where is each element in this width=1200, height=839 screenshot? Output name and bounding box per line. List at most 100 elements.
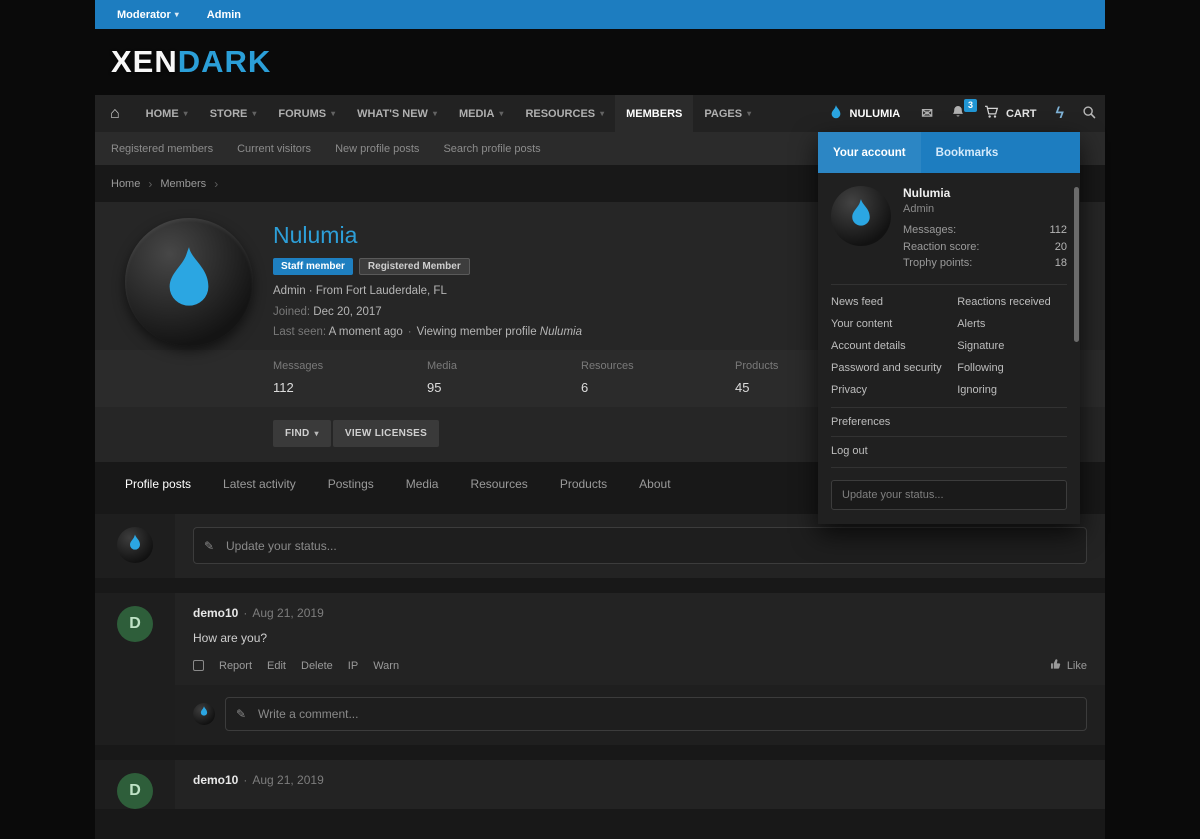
nav-item-forums[interactable]: FORUMS▾ [267, 95, 346, 132]
like-button[interactable]: Like [1050, 658, 1087, 673]
subnav-item-current-visitors[interactable]: Current visitors [237, 143, 311, 155]
nav-item-store[interactable]: STORE▾ [199, 95, 268, 132]
home-icon: ⌂ [110, 105, 120, 123]
post-date[interactable]: Aug 21, 2019 [252, 773, 323, 787]
post-content: demo10 · Aug 21, 2019 How are you? Repor… [175, 593, 1105, 745]
subnav-item-new-profile-posts[interactable]: New profile posts [335, 143, 419, 155]
scrollbar-thumb[interactable] [1074, 187, 1079, 342]
menu-item-signature[interactable]: Signature [957, 335, 1067, 357]
tab-resources[interactable]: Resources [470, 477, 527, 491]
warn-link[interactable]: Warn [373, 660, 399, 672]
post-author[interactable]: demo10 [193, 606, 238, 620]
menu-item-news-feed[interactable]: News feed [831, 291, 957, 313]
status-input[interactable] [193, 527, 1087, 564]
menu-item-following[interactable]: Following [957, 357, 1067, 379]
tab-postings[interactable]: Postings [328, 477, 374, 491]
menu-user-info: Nulumia Admin Messages: 112 Reaction sco… [903, 186, 1067, 272]
tab-latest-activity[interactable]: Latest activity [223, 477, 296, 491]
site-logo[interactable]: XENDARK [111, 44, 271, 80]
poster-avatar[interactable]: D [117, 606, 153, 642]
post-date[interactable]: Aug 21, 2019 [252, 606, 323, 620]
dot-separator: · [243, 773, 247, 787]
poster-avatar[interactable]: D [117, 773, 153, 809]
menu-status-box [831, 467, 1067, 510]
post-header: demo10 · Aug 21, 2019 [193, 606, 1087, 620]
current-user-avatar[interactable] [117, 527, 153, 563]
admin-link[interactable]: Admin [207, 9, 241, 21]
menu-status-input[interactable] [831, 480, 1067, 510]
menu-item-ignoring[interactable]: Ignoring [957, 379, 1067, 401]
stat-messages[interactable]: Messages 112 [273, 360, 427, 395]
chevron-down-icon: ▾ [175, 10, 179, 19]
account-menu-label: NULUMIA [850, 108, 901, 120]
nav-item-members[interactable]: MEMBERS [615, 95, 693, 132]
menu-item-reactions-received[interactable]: Reactions received [957, 291, 1067, 313]
dot-separator: · [408, 326, 412, 338]
select-post-checkbox[interactable] [193, 660, 204, 671]
menu-item-password-security[interactable]: Password and security [831, 357, 957, 379]
menu-item-account-details[interactable]: Account details [831, 335, 957, 357]
stat-media[interactable]: Media 95 [427, 360, 581, 395]
stat-label: Reaction score: [903, 239, 979, 256]
menu-item-alerts[interactable]: Alerts [957, 313, 1067, 335]
stat-value: 20 [1055, 239, 1067, 256]
nav-item-label: MEDIA [459, 108, 494, 120]
view-licenses-button[interactable]: VIEW LICENSES [333, 420, 439, 447]
joined-label: Joined: [273, 306, 310, 318]
nav-item-resources[interactable]: RESOURCES▾ [514, 95, 615, 132]
report-link[interactable]: Report [219, 660, 252, 672]
last-seen-value: A moment ago [329, 326, 403, 338]
post-content: demo10 · Aug 21, 2019 [175, 760, 1105, 809]
post-actions: Report Edit Delete IP Warn Like [193, 658, 1087, 673]
nav-item-pages[interactable]: PAGES▾ [693, 95, 762, 132]
menu-item-preferences[interactable]: Preferences [831, 407, 1067, 436]
tab-your-account[interactable]: Your account [818, 132, 921, 173]
nav-home-button[interactable]: ⌂ [95, 95, 135, 132]
edit-link[interactable]: Edit [267, 660, 286, 672]
stat-value: 95 [427, 380, 581, 395]
tab-bookmarks[interactable]: Bookmarks [921, 132, 1014, 173]
nav-item-whats-new[interactable]: WHAT'S NEW ▾ [346, 95, 448, 132]
menu-user-avatar[interactable] [831, 186, 891, 246]
chevron-down-icon: ▾ [433, 109, 437, 118]
quick-actions-button[interactable]: ϟ [1047, 95, 1073, 132]
account-menu-button[interactable]: NULUMIA [817, 95, 913, 132]
account-menu-links: News feed Reactions received Your conten… [831, 284, 1067, 407]
breadcrumb-home[interactable]: Home [111, 178, 140, 190]
nav-item-home[interactable]: HOME▾ [135, 95, 199, 132]
moderator-menu[interactable]: Moderator ▾ [117, 9, 179, 21]
tab-products[interactable]: Products [560, 477, 607, 491]
profile-avatar[interactable] [125, 218, 253, 346]
nav-item-media[interactable]: MEDIA▾ [448, 95, 514, 132]
comment-input[interactable] [225, 697, 1087, 731]
find-button[interactable]: FIND ▾ [273, 420, 331, 447]
post-avatar-column: D [95, 760, 175, 809]
menu-item-your-content[interactable]: Your content [831, 313, 957, 335]
menu-user-name[interactable]: Nulumia [903, 186, 950, 200]
moderator-label: Moderator [117, 9, 171, 21]
post-author[interactable]: demo10 [193, 773, 238, 787]
comment-row: ✎ [175, 685, 1105, 745]
delete-link[interactable]: Delete [301, 660, 333, 672]
tab-profile-posts[interactable]: Profile posts [125, 477, 191, 491]
tab-about[interactable]: About [639, 477, 670, 491]
ip-link[interactable]: IP [348, 660, 358, 672]
menu-item-logout[interactable]: Log out [831, 436, 1067, 465]
account-menu-body: Nulumia Admin Messages: 112 Reaction sco… [818, 173, 1080, 524]
stat-label: Media [427, 360, 581, 372]
subnav-item-search-profile-posts[interactable]: Search profile posts [443, 143, 540, 155]
search-button[interactable] [1073, 95, 1105, 132]
flame-icon [199, 705, 209, 723]
subnav-item-registered-members[interactable]: Registered members [111, 143, 213, 155]
tab-media[interactable]: Media [406, 477, 439, 491]
account-dropdown-menu: Your account Bookmarks Nulumia Admin Mes… [818, 132, 1080, 524]
cart-button[interactable]: CART [974, 95, 1047, 132]
alerts-button[interactable]: 3 [942, 95, 974, 132]
breadcrumb-members[interactable]: Members [160, 178, 206, 190]
alert-count-badge: 3 [964, 99, 977, 112]
menu-item-privacy[interactable]: Privacy [831, 379, 957, 401]
current-user-avatar[interactable] [193, 703, 215, 725]
stat-resources[interactable]: Resources 6 [581, 360, 735, 395]
nav-item-label: WHAT'S NEW [357, 108, 428, 120]
inbox-button[interactable]: ✉ [912, 95, 942, 132]
